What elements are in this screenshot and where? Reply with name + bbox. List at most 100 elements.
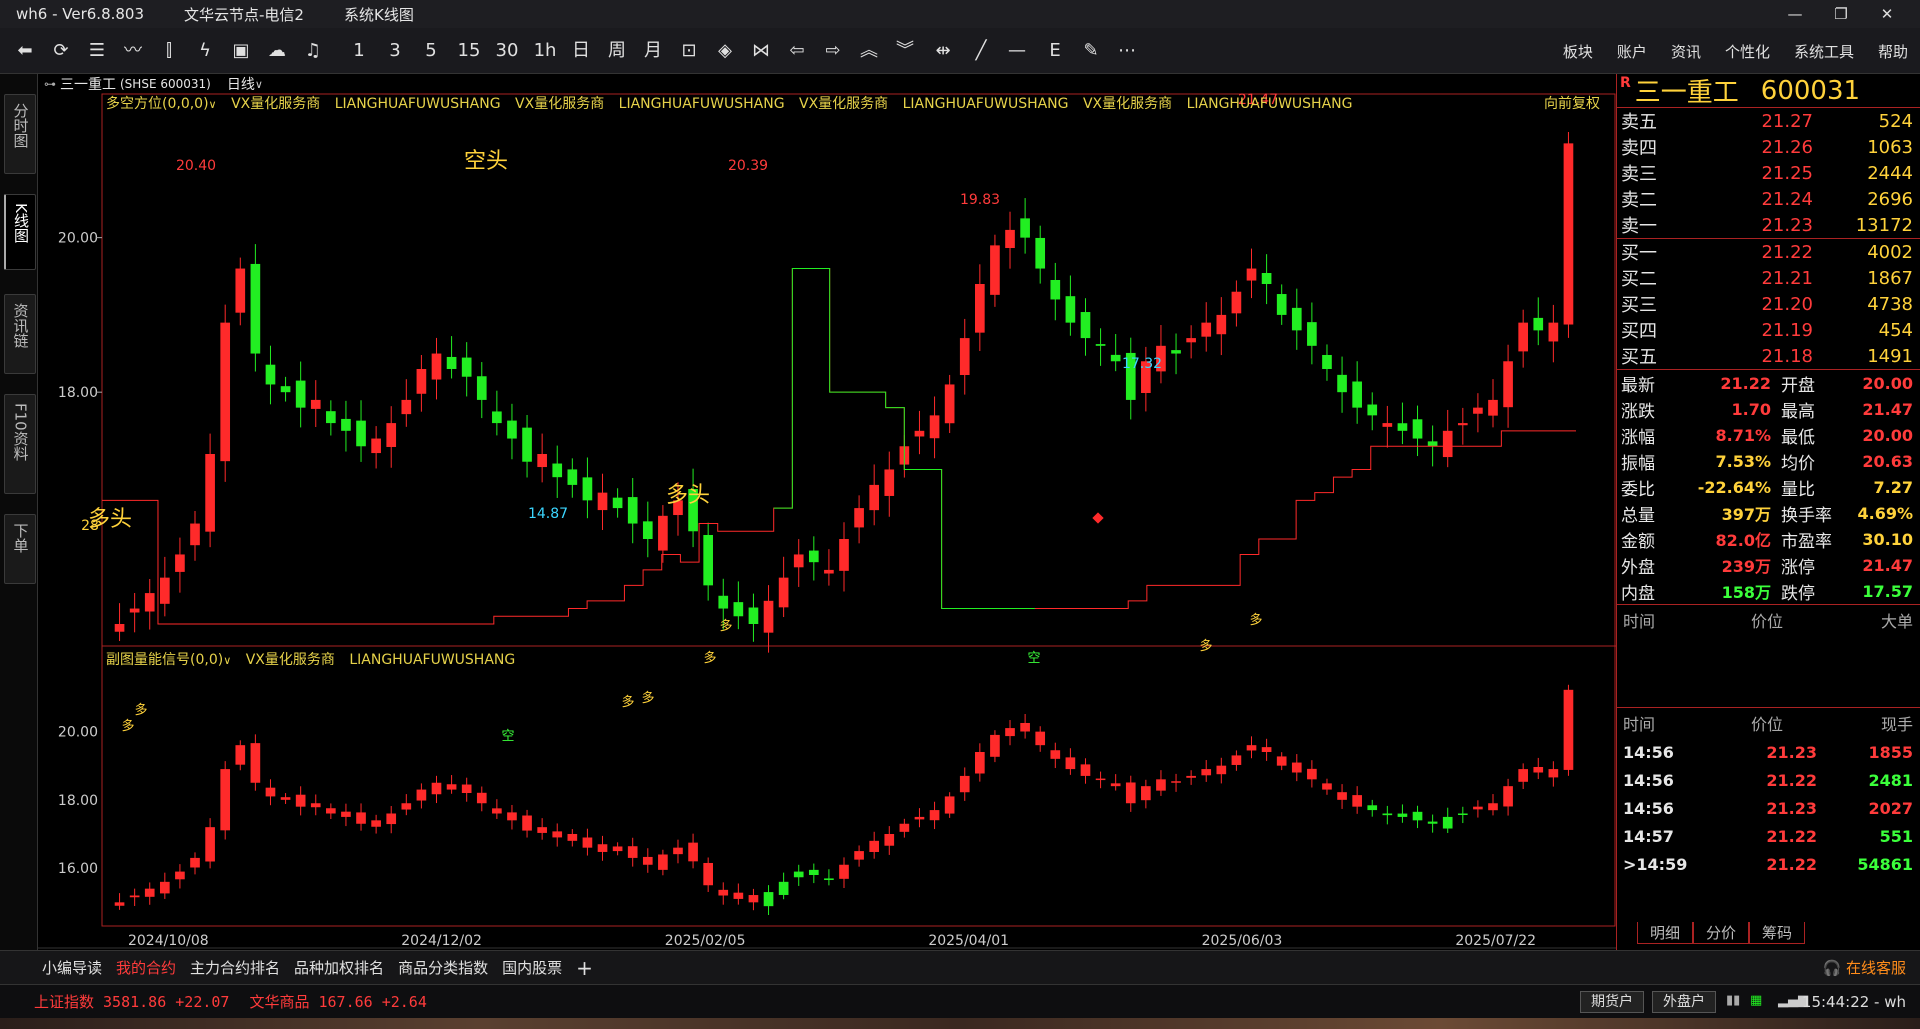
restore-mode[interactable]: 向前复权 bbox=[1544, 93, 1600, 113]
menu-news[interactable]: 资讯 bbox=[1671, 41, 1701, 62]
bell-icon[interactable]: ♫ bbox=[300, 38, 326, 64]
bid-row[interactable]: 买一 21.22 4002 bbox=[1617, 239, 1920, 265]
trade-row[interactable]: >14:59 21.22 54861 bbox=[1617, 850, 1920, 878]
shift-right-icon[interactable]: ⇨ bbox=[820, 38, 846, 64]
bid-row[interactable]: 买二 21.21 1867 bbox=[1617, 265, 1920, 291]
hline-icon[interactable]: — bbox=[1004, 38, 1030, 64]
refresh-icon[interactable]: ⟳ bbox=[48, 38, 74, 64]
candle-body bbox=[1322, 354, 1332, 369]
candle-body bbox=[627, 497, 638, 524]
fib-icon[interactable]: Ε bbox=[1042, 38, 1068, 64]
title-bar: wh6 - Ver6.8.803 文华云节点-电信2 系统K线图 — ❐ ✕ bbox=[0, 0, 1920, 28]
period-5[interactable]: 5 bbox=[418, 38, 444, 64]
cloud-sync-icon[interactable]: ☁ bbox=[264, 38, 290, 64]
ask-row[interactable]: 卖二 21.24 2696 bbox=[1617, 186, 1920, 212]
high-label-1: 20.40 bbox=[176, 158, 216, 174]
period-3[interactable]: 3 bbox=[382, 38, 408, 64]
tab-timeshare[interactable]: 分时图 bbox=[4, 94, 36, 174]
ask-row[interactable]: 卖一 21.23 13172 bbox=[1617, 212, 1920, 238]
shift-left-icon[interactable]: ⇦ bbox=[784, 38, 810, 64]
sub-candle bbox=[990, 734, 1000, 757]
tab-detail[interactable]: 明细 bbox=[1637, 922, 1694, 944]
menu-help[interactable]: 帮助 bbox=[1878, 41, 1908, 62]
period-1[interactable]: 1 bbox=[346, 38, 372, 64]
trade-row[interactable]: 14:56 21.23 2027 bbox=[1617, 794, 1920, 822]
foreign-account-button[interactable]: 外盘户 bbox=[1652, 991, 1716, 1013]
kline-chart[interactable]: 20.00 18.00 20.00 18.00 16.00 2024/10/08 2024/… bbox=[38, 74, 1616, 950]
back-icon[interactable]: ⬅ bbox=[12, 38, 38, 64]
tab-kline[interactable]: K线图 bbox=[4, 194, 36, 270]
menu-icon[interactable]: ⊶ bbox=[44, 77, 56, 91]
sub-candle bbox=[175, 871, 185, 880]
index-commodity[interactable]: 文华商品 167.66 +2.64 bbox=[249, 991, 426, 1012]
maximize-button[interactable]: ❐ bbox=[1818, 0, 1864, 28]
tab-weighted-ranking[interactable]: 品种加权排名 bbox=[294, 957, 384, 978]
chevron-down-icon[interactable]: ︾ bbox=[892, 38, 918, 64]
bid-row[interactable]: 买三 21.20 4738 bbox=[1617, 291, 1920, 317]
sub-candle bbox=[1125, 782, 1136, 804]
zoom-out-icon[interactable]: ⋈ bbox=[748, 38, 774, 64]
tab-f10[interactable]: F10资料 bbox=[4, 394, 36, 494]
tab-domestic-stocks[interactable]: 国内股票 bbox=[502, 957, 562, 978]
tab-newschain-label: 资讯链 bbox=[11, 303, 30, 348]
cycle-select[interactable]: 日线 bbox=[227, 74, 255, 94]
ask-row[interactable]: 卖五 21.27 524 bbox=[1617, 108, 1920, 134]
index-shanghai[interactable]: 上证指数 3581.86 +22.07 bbox=[34, 991, 229, 1012]
period-30[interactable]: 30 bbox=[494, 38, 520, 64]
level-price: 21.20 bbox=[1761, 293, 1813, 315]
more-icon[interactable]: ⋯ bbox=[1114, 38, 1140, 64]
crosshair-icon[interactable]: ⇹ bbox=[930, 38, 956, 64]
main-indicator-name[interactable]: 多空方位(0,0,0) bbox=[106, 96, 209, 112]
lightning-icon[interactable]: ϟ bbox=[192, 38, 218, 64]
sub-candle bbox=[492, 808, 502, 814]
draw-line-icon[interactable]: ╱ bbox=[968, 38, 994, 64]
futures-account-button[interactable]: 期货户 bbox=[1580, 991, 1644, 1013]
level-price: 21.22 bbox=[1761, 241, 1813, 263]
chevron-up-icon[interactable]: ︽ bbox=[856, 38, 882, 64]
stat-value: 20.63 bbox=[1862, 451, 1913, 471]
chevron-down-icon[interactable]: ∨ bbox=[209, 98, 217, 111]
zoom-in-icon[interactable]: ◈ bbox=[712, 38, 738, 64]
minimize-button[interactable]: — bbox=[1772, 0, 1818, 28]
menu-sector[interactable]: 板块 bbox=[1563, 41, 1593, 62]
menu-tools[interactable]: 系统工具 bbox=[1794, 41, 1854, 62]
bid-row[interactable]: 买五 21.18 1491 bbox=[1617, 343, 1920, 369]
eraser-icon[interactable]: ✎ bbox=[1078, 38, 1104, 64]
tab-my-contracts[interactable]: 我的合约 bbox=[116, 957, 176, 978]
period-day[interactable]: 日 bbox=[568, 38, 594, 64]
level-price: 21.18 bbox=[1761, 345, 1813, 367]
chart-area[interactable]: 20.00 18.00 20.00 18.00 16.00 2024/10/08 2024/… bbox=[38, 74, 1616, 950]
tab-chips[interactable]: 筹码 bbox=[1749, 922, 1806, 944]
period-month[interactable]: 月 bbox=[640, 38, 666, 64]
node-label[interactable]: 文华云节点-电信2 bbox=[184, 4, 304, 25]
trade-row[interactable]: 14:56 21.23 1855 bbox=[1617, 738, 1920, 766]
grid-icon[interactable]: ▣ bbox=[228, 38, 254, 64]
chevron-down-icon[interactable]: ∨ bbox=[223, 654, 231, 667]
line-chart-icon[interactable]: 〰 bbox=[120, 38, 146, 64]
table-icon[interactable]: ☰ bbox=[84, 38, 110, 64]
tab-commodity-index[interactable]: 商品分类指数 bbox=[398, 957, 488, 978]
trade-row[interactable]: 14:57 21.22 551 bbox=[1617, 822, 1920, 850]
menu-personalize[interactable]: 个性化 bbox=[1725, 41, 1770, 62]
online-service-button[interactable]: 🎧 在线客服 bbox=[1823, 957, 1906, 978]
trade-row[interactable]: 14:56 21.22 2481 bbox=[1617, 766, 1920, 794]
tab-pricelevel[interactable]: 分价 bbox=[1693, 922, 1750, 944]
add-tab-button[interactable]: + bbox=[576, 956, 593, 980]
tab-editor-guide[interactable]: 小编导读 bbox=[42, 957, 102, 978]
bid-row[interactable]: 买四 21.19 454 bbox=[1617, 317, 1920, 343]
sub-candle bbox=[356, 812, 366, 824]
period-1h[interactable]: 1h bbox=[532, 38, 558, 64]
close-button[interactable]: ✕ bbox=[1864, 0, 1910, 28]
ask-row[interactable]: 卖三 21.25 2444 bbox=[1617, 160, 1920, 186]
tab-newschain[interactable]: 资讯链 bbox=[4, 294, 36, 374]
sub-indicator-name[interactable]: 副图量能信号(0,0) bbox=[106, 652, 223, 668]
period-week[interactable]: 周 bbox=[604, 38, 630, 64]
menu-account[interactable]: 账户 bbox=[1617, 41, 1647, 62]
candle-icon[interactable]: ⫿ bbox=[156, 38, 182, 64]
tab-main-ranking[interactable]: 主力合约排名 bbox=[190, 957, 280, 978]
ask-row[interactable]: 卖四 21.26 1063 bbox=[1617, 134, 1920, 160]
custom-period-icon[interactable]: ⊡ bbox=[676, 38, 702, 64]
chevron-down-icon[interactable]: ∨ bbox=[255, 78, 263, 91]
tab-order[interactable]: 下单 bbox=[4, 514, 36, 584]
period-15[interactable]: 15 bbox=[456, 38, 482, 64]
